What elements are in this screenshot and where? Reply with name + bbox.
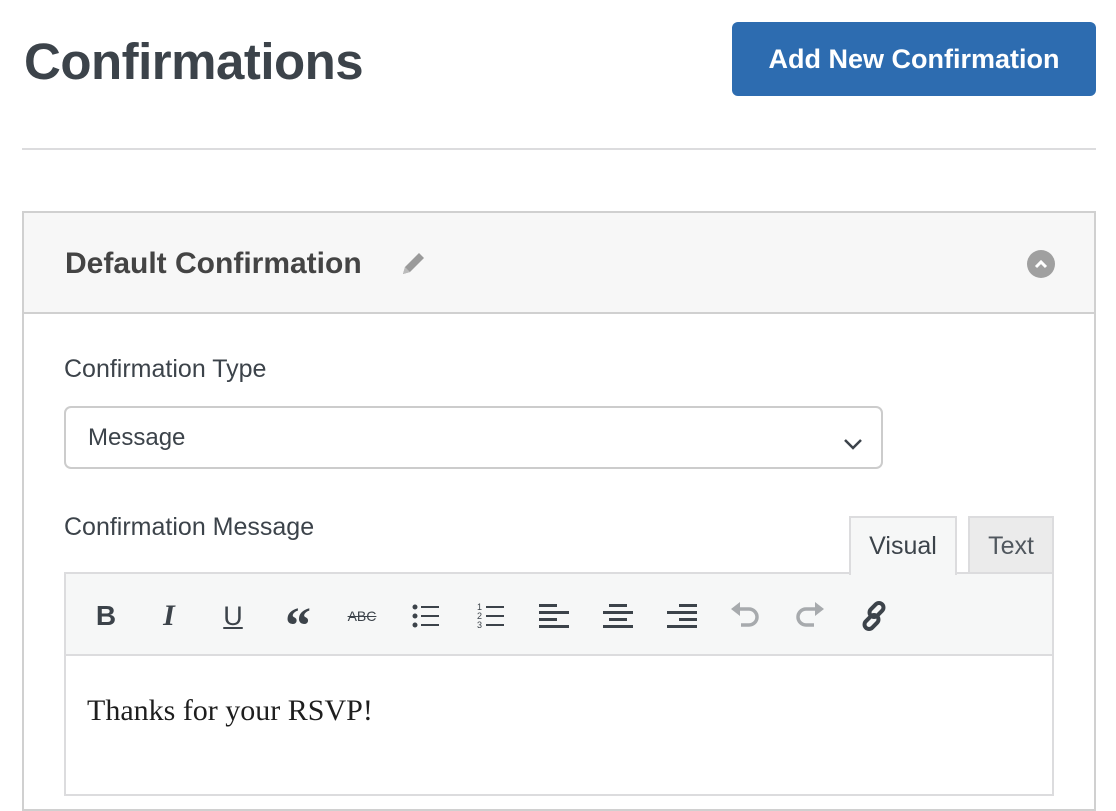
pencil-icon[interactable] <box>399 250 427 283</box>
tab-visual[interactable]: Visual <box>849 516 957 575</box>
panel-header[interactable]: Default Confirmation <box>24 213 1094 314</box>
bulleted-list-icon[interactable] <box>406 596 446 636</box>
confirmation-message-label: Confirmation Message <box>64 513 315 541</box>
chevron-down-icon <box>843 430 863 458</box>
editor-toolbar: B I U “ ABC 123 <box>64 572 1054 658</box>
bold-icon[interactable]: B <box>86 596 126 636</box>
svg-text:3: 3 <box>477 620 482 630</box>
divider <box>22 148 1096 150</box>
align-left-icon[interactable] <box>534 596 574 636</box>
align-right-icon[interactable] <box>662 596 702 636</box>
strikethrough-icon[interactable]: ABC <box>342 596 382 636</box>
page-title: Confirmations <box>24 33 364 90</box>
italic-icon[interactable]: I <box>149 596 189 636</box>
tab-text[interactable]: Text <box>968 516 1054 574</box>
underline-icon[interactable]: U <box>213 596 253 636</box>
align-center-icon[interactable] <box>598 596 638 636</box>
link-icon[interactable] <box>854 596 894 636</box>
editor-content[interactable]: Thanks for your RSVP! <box>64 656 1054 796</box>
confirmation-type-label: Confirmation Type <box>64 355 267 383</box>
panel-title: Default Confirmation <box>65 247 362 280</box>
redo-icon[interactable] <box>790 596 830 636</box>
chevron-up-circle-icon[interactable] <box>1027 250 1055 278</box>
blockquote-icon[interactable]: “ <box>278 596 318 653</box>
add-new-confirmation-button[interactable]: Add New Confirmation <box>732 22 1096 96</box>
undo-icon[interactable] <box>725 596 765 636</box>
numbered-list-icon[interactable]: 123 <box>471 596 511 636</box>
confirmation-message-text: Thanks for your RSVP! <box>87 694 373 727</box>
select-value: Message <box>88 423 186 451</box>
confirmation-type-select[interactable]: Message <box>64 406 883 469</box>
